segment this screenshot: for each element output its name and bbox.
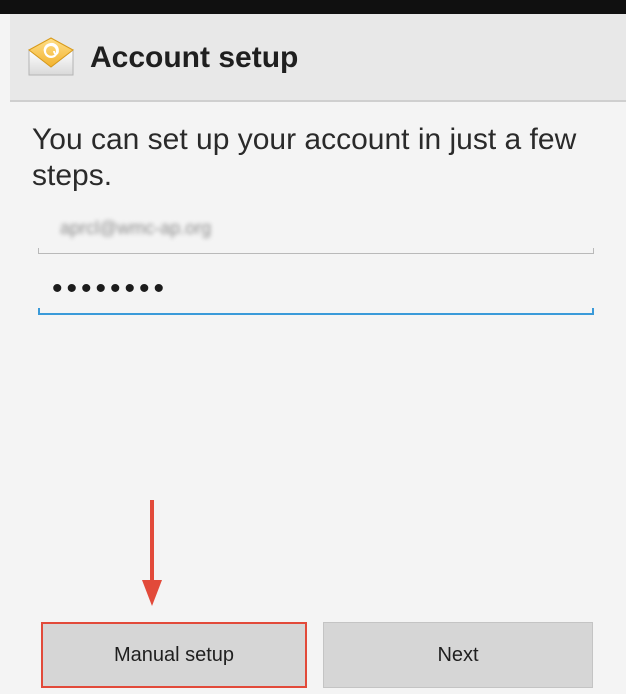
manual-setup-button[interactable]: Manual setup [41,622,307,688]
email-field-underline [38,248,594,254]
red-arrow-icon [142,500,162,606]
page-title: Account setup [90,41,299,74]
email-field[interactable] [38,204,594,252]
password-field[interactable] [38,265,594,313]
android-screen: Account setup You can set up your accoun… [0,0,626,694]
next-button[interactable]: Next [323,622,593,688]
email-app-icon [26,36,76,80]
action-bar: Account setup [10,14,626,102]
password-field-underline [38,308,594,315]
setup-instructions: You can set up your account in just a fe… [32,123,577,192]
status-bar-edge [0,0,626,14]
account-setup-form: You can set up your account in just a fe… [10,102,626,694]
